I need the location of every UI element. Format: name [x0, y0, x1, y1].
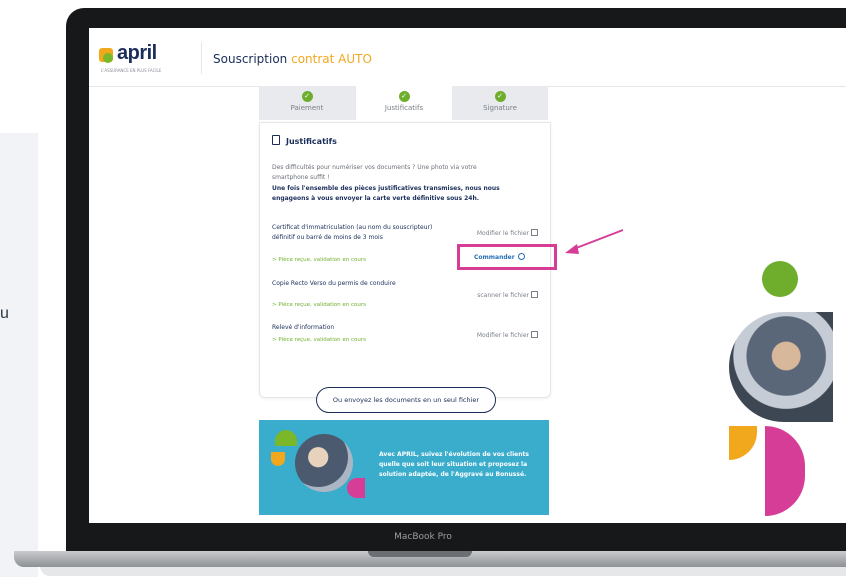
scan-file-link[interactable]: scanner le fichier	[477, 291, 538, 299]
logo-word: april	[117, 42, 157, 64]
laptop-screen: april L'ASSURANCE EN PLUS FACILE Souscri…	[89, 28, 846, 523]
document-status: > Pièce reçue, validation en cours	[272, 257, 366, 263]
document-status: > Pièce reçue, validation en cours	[272, 337, 366, 343]
commander-link[interactable]: Commander	[474, 253, 525, 261]
document-name: Relevé d'information	[272, 324, 335, 331]
tab-signature[interactable]: ✓ Signature	[452, 86, 548, 120]
app-header: april L'ASSURANCE EN PLUS FACILE Souscri…	[89, 28, 846, 87]
decor-shape	[271, 452, 285, 466]
modify-file-link[interactable]: Modifier le fichier	[477, 229, 538, 237]
document-status: > Pièce reçue, validation en cours	[272, 302, 366, 308]
device-label: MacBook Pro	[394, 532, 452, 542]
intro-commitment: Une fois l'ensemble des pièces justifica…	[272, 185, 500, 202]
action-label: Modifier le fichier	[476, 230, 529, 237]
check-icon: ✓	[398, 91, 410, 102]
intro-text: Des difficultés pour numériser vos docum…	[272, 164, 477, 181]
logo-tagline: L'ASSURANCE EN PLUS FACILE	[101, 68, 162, 73]
decor-shape	[765, 426, 805, 516]
check-icon: ✓	[301, 91, 313, 102]
document-icon	[272, 135, 280, 145]
page-title-accent: contrat AUTO	[291, 52, 372, 66]
modify-file-link[interactable]: Modifier le fichier	[477, 331, 538, 339]
document-name: Certificat d'immatriculation (au nom du …	[272, 224, 433, 241]
clock-icon	[517, 253, 525, 260]
page-title-main: Souscription	[213, 52, 292, 66]
decor-shape	[347, 478, 365, 498]
april-logo[interactable]: april L'ASSURANCE EN PLUS FACILE	[99, 42, 189, 78]
commander-label: Commander	[474, 254, 515, 261]
logo-dot-icon	[103, 53, 113, 63]
tab-label: Signature	[483, 104, 517, 112]
file-icon	[531, 291, 538, 298]
pointer-arrow-icon	[565, 229, 624, 254]
decor-circle	[762, 261, 798, 297]
action-label: scanner le fichier	[477, 292, 529, 299]
laptop-notch	[368, 551, 472, 557]
driver-photo	[729, 312, 833, 422]
side-panel	[0, 133, 38, 577]
check-icon: ✓	[494, 91, 506, 102]
decor-shape	[275, 430, 297, 446]
laptop-shadow	[40, 566, 846, 576]
step-tabs: ✓ Paiement ✓ Justificatifs ✓ Signature	[259, 86, 549, 122]
single-file-button[interactable]: Ou envoyez les documents en un seul fich…	[316, 387, 496, 413]
card-title: Justificatifs	[272, 135, 337, 146]
document-name: Copie Recto Verso du permis de conduire	[272, 280, 396, 287]
tab-paiement[interactable]: ✓ Paiement	[259, 86, 355, 120]
banner-text: Avec APRIL, suivez l'évolution de vos cl…	[379, 451, 529, 478]
tab-label: Justificatifs	[384, 104, 424, 112]
justificatifs-card: Justificatifs Des difficultés pour numér…	[259, 122, 557, 413]
tab-justificatifs[interactable]: ✓ Justificatifs	[355, 86, 453, 120]
action-label: Modifier le fichier	[476, 332, 529, 339]
promo-banner: Avec APRIL, suivez l'évolution de vos cl…	[259, 420, 549, 515]
card-title-text: Justificatifs	[286, 137, 337, 146]
side-panel-letter: u	[0, 305, 9, 322]
tab-label: Paiement	[290, 104, 324, 112]
file-icon	[531, 229, 538, 236]
page-title: Souscription contrat AUTO	[213, 52, 372, 66]
decor-shape	[729, 426, 757, 460]
banner-photo	[295, 434, 353, 492]
file-icon	[531, 331, 538, 338]
header-divider	[201, 42, 202, 74]
